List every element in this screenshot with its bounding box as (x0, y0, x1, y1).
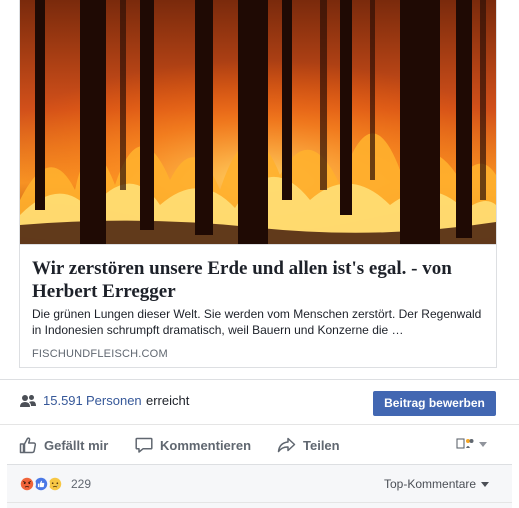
link-title[interactable]: Wir zerstören unsere Erde und allen ist'… (32, 257, 482, 303)
link-preview[interactable]: Wir zerstören unsere Erde und allen ist'… (19, 0, 497, 368)
post-card: Wir zerstören unsere Erde und allen ist'… (0, 0, 519, 508)
like-label: Gefällt mir (44, 437, 109, 453)
reach-row: 15.591 Personen erreicht Beitrag bewerbe… (0, 379, 519, 425)
post-bottom-edge (7, 502, 512, 508)
comment-button[interactable]: Kommentieren (135, 434, 251, 456)
reactions-row: 229 Top-Kommentare (7, 464, 512, 502)
comment-sort-label: Top-Kommentare (384, 477, 477, 491)
comment-sort-selector[interactable]: Top-Kommentare (384, 477, 490, 491)
page-audience-selector[interactable] (456, 437, 487, 451)
angry-reaction-icon (18, 475, 36, 493)
link-preview-image[interactable] (20, 0, 496, 244)
page-audience-icon (456, 438, 474, 449)
chevron-down-icon (481, 481, 490, 487)
reach-suffix: erreicht (146, 393, 190, 408)
share-label: Teilen (303, 437, 340, 453)
reach-count[interactable]: 15.591 (43, 393, 83, 408)
comment-icon (135, 437, 153, 453)
people-icon (20, 395, 36, 407)
reaction-icons[interactable] (18, 475, 68, 493)
forest-fire-photo (20, 0, 496, 244)
chevron-down-icon (479, 441, 487, 447)
link-domain: FISCHUNDFLEISCH.COM (32, 348, 168, 360)
link-description: Die grünen Lungen dieser Welt. Sie werde… (32, 307, 482, 337)
comment-label: Kommentieren (160, 437, 252, 453)
share-arrow-icon (277, 437, 296, 453)
like-button[interactable]: Gefällt mir (19, 434, 108, 456)
actions-row: Gefällt mir Kommentieren Teilen (0, 426, 519, 464)
link-preview-text[interactable]: Wir zerstören unsere Erde und allen ist'… (20, 244, 496, 367)
share-button[interactable]: Teilen (277, 434, 340, 456)
reaction-count[interactable]: 229 (71, 477, 91, 491)
reach-unit[interactable]: Personen (86, 393, 142, 408)
thumbs-up-icon (19, 437, 37, 454)
promote-post-button[interactable]: Beitrag bewerben (373, 391, 496, 416)
